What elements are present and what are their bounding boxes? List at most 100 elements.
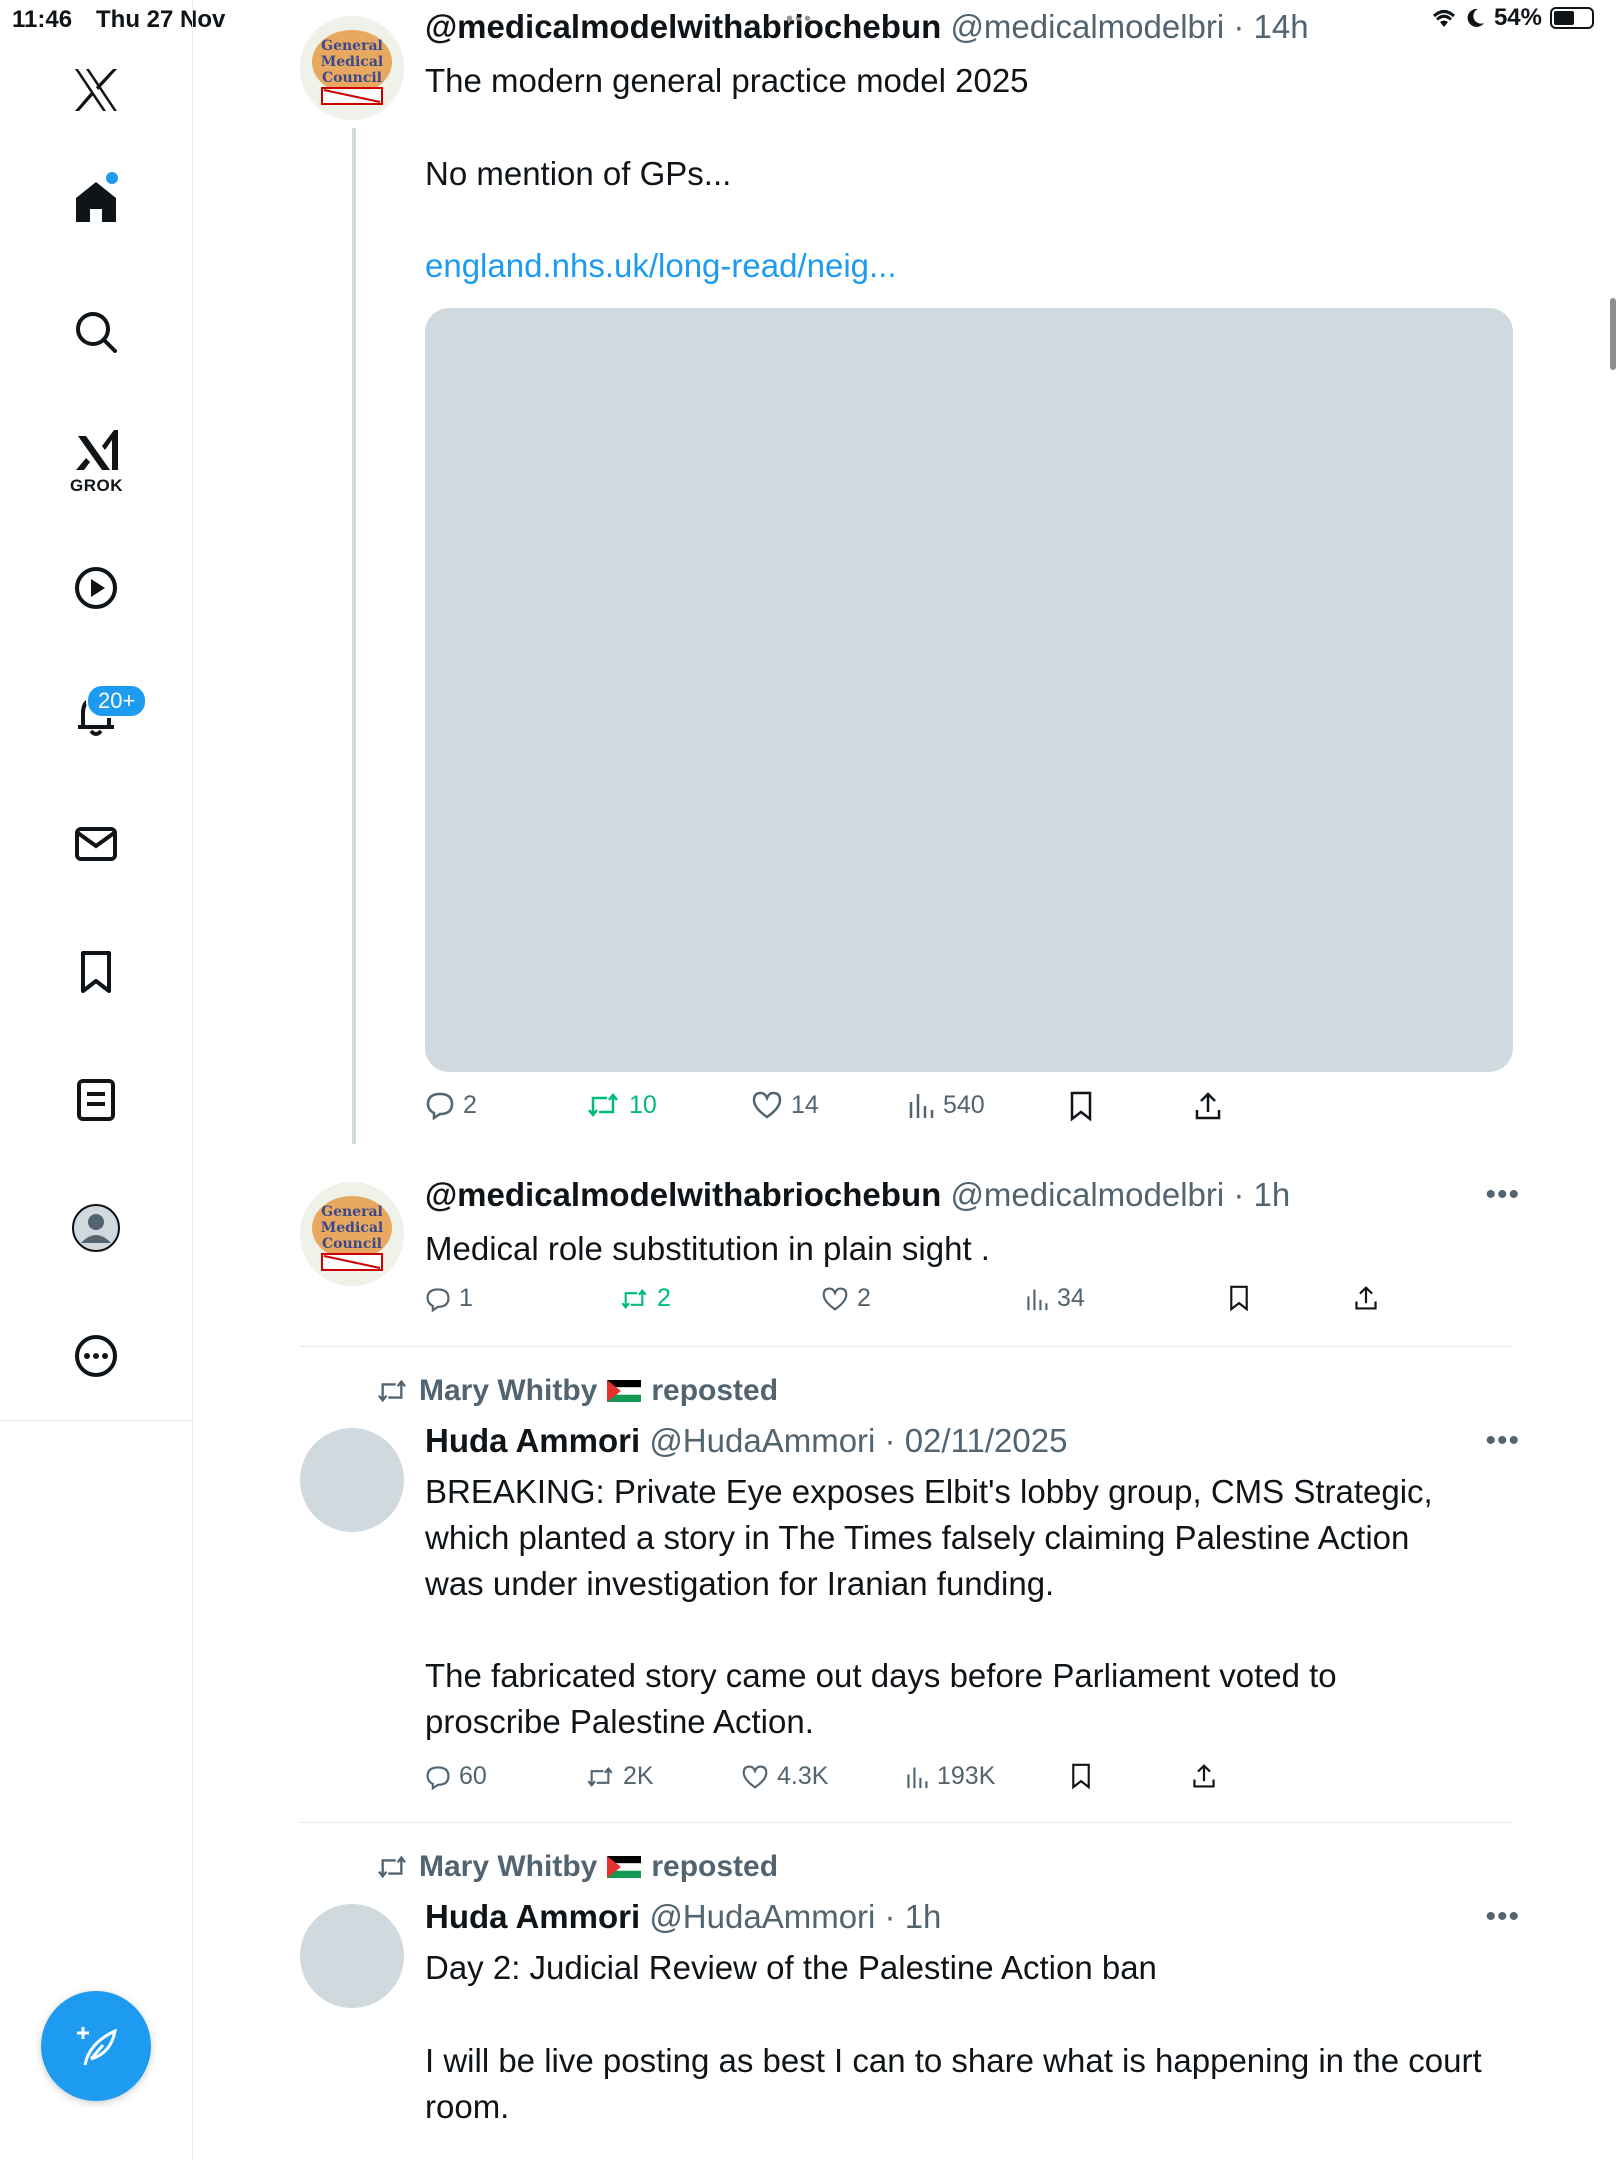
reply-button[interactable]: 60 [425,1762,487,1791]
repost-icon [378,1855,406,1879]
repost-indicator[interactable]: Mary Whitby reposted [375,1850,778,1884]
bookmark-icon[interactable] [66,942,126,1002]
repost-label: reposted [651,1850,779,1883]
like-button[interactable]: 2 [821,1284,871,1313]
reply-icon [426,1765,450,1790]
bookmark-button[interactable] [1069,1762,1093,1790]
video-icon[interactable] [66,558,126,618]
grok-icon[interactable] [66,420,126,480]
avatar[interactable] [300,1904,404,2008]
repost-icon [621,1288,647,1309]
tweet-time[interactable]: · 1h [1233,1176,1290,1213]
share-icon [1193,1764,1215,1788]
reply-count: 2 [463,1090,477,1119]
x-logo-icon[interactable] [66,60,126,120]
author-name[interactable]: @medicalmodelwithabriochebun [425,8,941,45]
palestine-flag-icon [607,1380,642,1402]
author-name[interactable]: @medicalmodelwithabriochebun [425,1176,941,1213]
svg-text:Medical: Medical [321,1220,383,1236]
avatar[interactable]: General Medical Council [300,16,404,120]
author-name[interactable]: Huda Ammori [425,1422,640,1459]
author-handle[interactable]: @medicalmodelbri [950,8,1224,45]
author-name[interactable]: Huda Ammori [425,1898,640,1935]
svg-text:Medical: Medical [321,54,383,70]
repost-count: 10 [629,1090,657,1119]
repost-button[interactable]: 2 [619,1284,671,1313]
compose-button[interactable] [41,1991,151,2101]
like-count: 2 [857,1284,871,1312]
more-icon[interactable] [66,1326,126,1386]
author-handle[interactable]: @medicalmodelbri [950,1176,1224,1213]
tweet-separator [300,1346,1513,1347]
avatar[interactable]: General Medical Council [300,1182,404,1286]
tweet-time[interactable]: · 1h [885,1898,942,1935]
grok-label: GROK [70,476,123,495]
more-options-icon[interactable]: ••• [1485,1900,1520,1934]
repost-count: 2 [657,1284,671,1312]
home-notification-dot [106,172,118,184]
svg-text:General: General [321,38,383,54]
views-count: 540 [943,1090,985,1119]
sidebar: GROK 20+ [0,0,193,2160]
bookmark-icon [1070,1091,1092,1122]
repost-indicator[interactable]: Mary Whitby reposted [375,1374,778,1408]
share-icon [1355,1286,1377,1310]
bookmark-button[interactable] [1227,1284,1251,1312]
bookmark-icon [1072,1763,1090,1790]
tweet-time[interactable]: · 02/11/2025 [885,1422,1068,1459]
reposter-name[interactable]: Mary Whitby [419,1850,597,1884]
compose-icon [77,2027,117,2066]
reply-button[interactable]: 2 [425,1090,477,1120]
share-button[interactable] [1191,1762,1217,1790]
avatar[interactable] [300,1428,404,1532]
views-button[interactable]: 540 [907,1090,985,1120]
tweet-header: @medicalmodelwithabriochebun @medicalmod… [425,8,1309,46]
reply-count: 1 [459,1284,473,1312]
tweet-text: Medical role substitution in plain sight… [425,1230,990,1267]
like-button[interactable]: 14 [751,1090,819,1120]
author-handle[interactable]: @HudaAmmori [649,1422,875,1459]
like-button[interactable]: 4.3K [741,1762,828,1791]
tweet-header: Huda Ammori @HudaAmmori · 02/11/2025 [425,1422,1067,1460]
reply-icon [426,1287,450,1312]
repost-label: reposted [651,1374,779,1407]
tweet-text-line: The modern general practice model 2025 [425,62,1029,99]
author-handle[interactable]: @HudaAmmori [649,1898,875,1935]
repost-icon [378,1379,406,1403]
tweet-separator [300,1822,1513,1823]
views-button[interactable]: 193K [905,1762,995,1791]
thread-line [352,128,356,1144]
reply-button[interactable]: 1 [425,1284,473,1313]
link-preview-card[interactable] [425,308,1513,1072]
bookmark-icon [1230,1285,1248,1312]
share-button[interactable] [1193,1090,1223,1122]
tweet-text-line: No mention of GPs... [425,155,732,192]
search-icon[interactable] [66,302,126,362]
profile-icon[interactable] [66,1198,126,1258]
more-options-icon[interactable]: ••• [1485,1424,1520,1458]
tweet-text: I will be live posting as best I can to … [425,2042,1482,2125]
notifications-badge: 20+ [86,684,148,718]
reply-count: 60 [459,1762,487,1790]
like-count: 4.3K [777,1762,829,1790]
tweet-time[interactable]: · 14h [1233,8,1308,45]
repost-button[interactable]: 10 [585,1090,657,1120]
tweet-link[interactable]: england.nhs.uk/long-read/neig... [425,243,897,289]
tweet-text: The fabricated story came out days befor… [425,1657,1337,1740]
repost-icon [588,1092,618,1118]
views-icon [907,1767,928,1788]
scrollbar[interactable] [1610,298,1616,370]
repost-button[interactable]: 2K [585,1762,654,1791]
more-options-icon[interactable]: ••• [1485,1178,1520,1212]
list-icon[interactable] [66,1070,126,1130]
tweet-text: Day 2: Judicial Review of the Palestine … [425,1949,1157,1986]
bookmark-button[interactable] [1067,1090,1095,1122]
heart-icon [752,1091,782,1119]
reposter-name[interactable]: Mary Whitby [419,1374,597,1408]
views-count: 193K [937,1762,996,1790]
share-button[interactable] [1353,1284,1379,1312]
views-button[interactable]: 34 [1025,1284,1085,1313]
like-count: 14 [791,1090,819,1119]
views-icon [1027,1289,1048,1310]
mail-icon[interactable] [66,814,126,874]
